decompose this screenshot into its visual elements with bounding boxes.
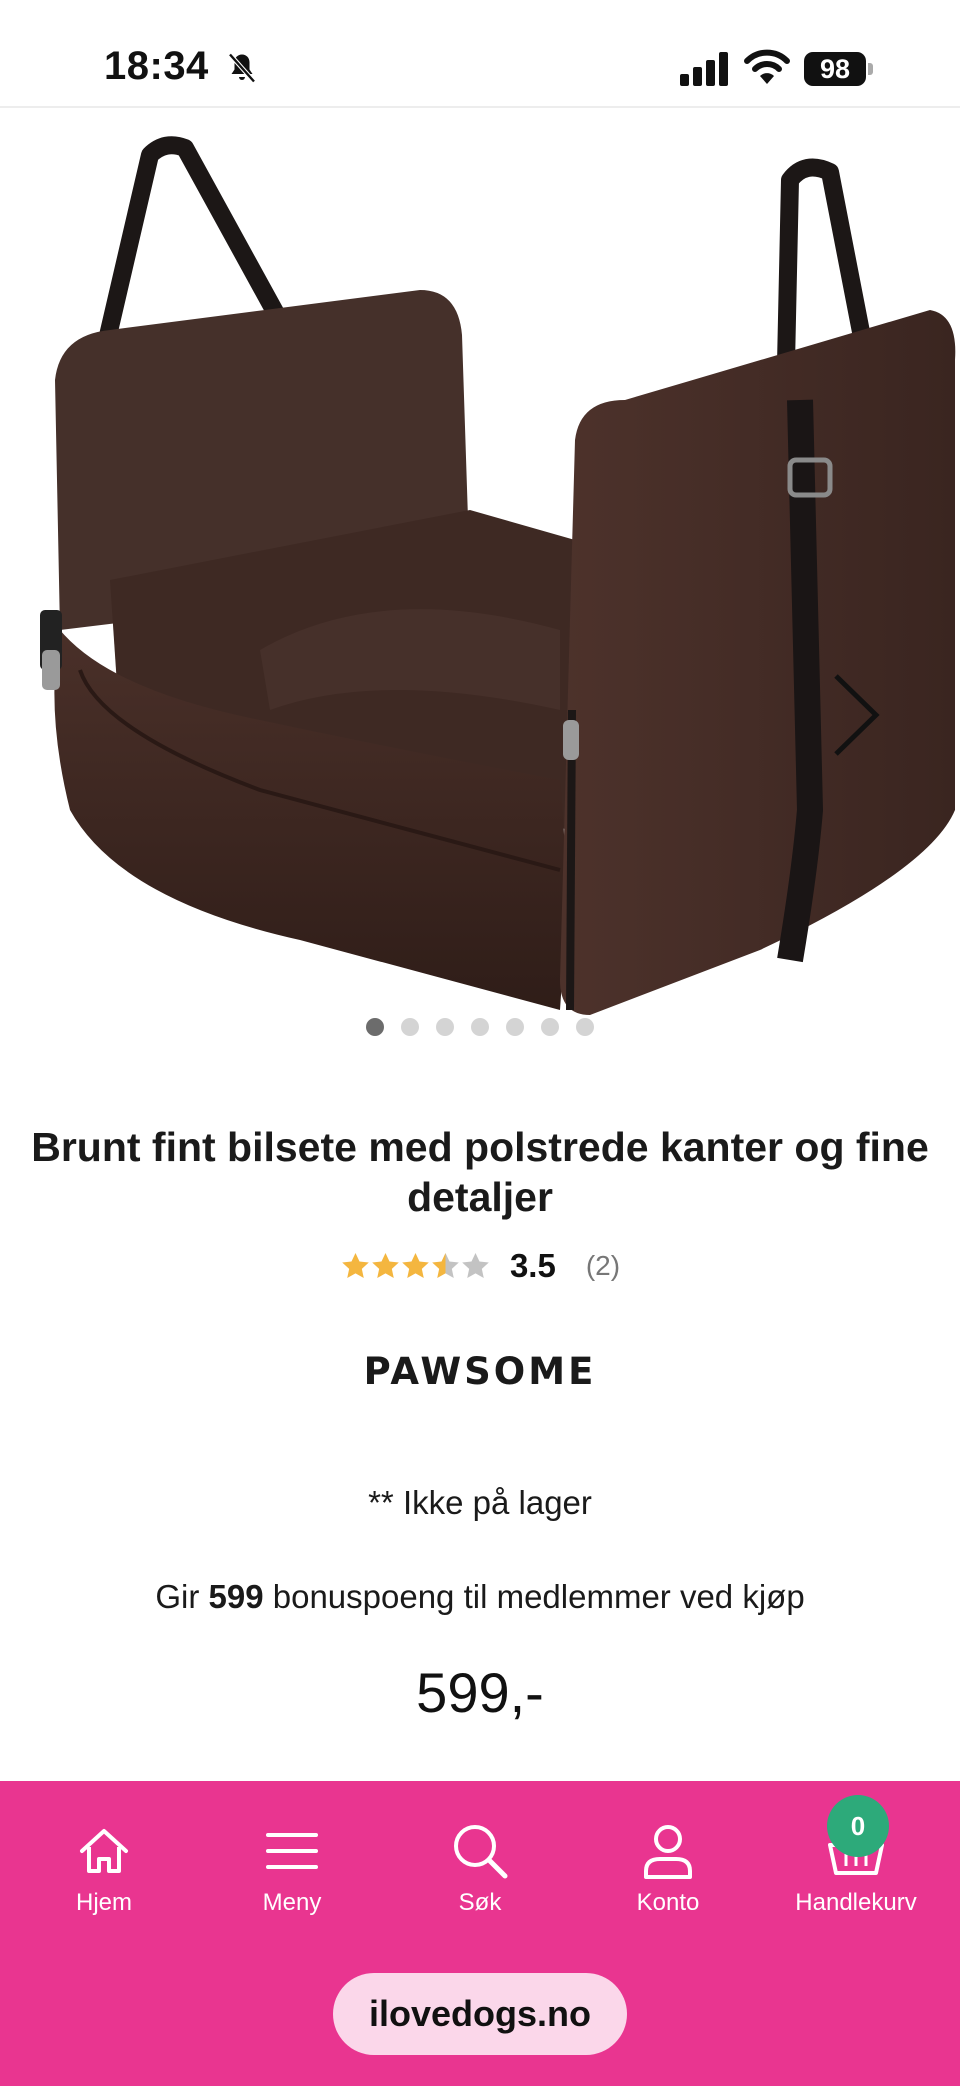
product-price: 599,- — [416, 1661, 544, 1724]
battery-level: 98 — [804, 52, 866, 86]
product-rating[interactable]: 3.5 (2) — [0, 1244, 960, 1288]
bonus-info: Gir 599 bonuspoeng til medlemmer ved kjø… — [0, 1578, 960, 1616]
nav-home-label: Hjem — [75, 1889, 132, 1916]
slide-dot[interactable] — [401, 1018, 419, 1036]
user-icon — [644, 1825, 692, 1879]
nav-account-label: Konto — [636, 1889, 700, 1916]
slide-dot[interactable] — [506, 1018, 524, 1036]
bell-slash-icon — [228, 53, 256, 83]
bonus-points: 599 — [208, 1578, 264, 1615]
product-image[interactable] — [0, 110, 960, 1030]
menu-icon — [266, 1833, 318, 1869]
site-url-pill[interactable]: ilovedogs.no — [333, 1973, 627, 2055]
slide-dot[interactable] — [436, 1018, 454, 1036]
star-icon — [462, 1252, 489, 1278]
product-gallery[interactable] — [0, 110, 960, 1030]
nav-home[interactable]: Hjem — [19, 1821, 189, 1931]
nav-search-label: Søk — [458, 1889, 502, 1916]
status-bar: 18:34 98 — [0, 0, 960, 108]
search-icon — [454, 1825, 508, 1879]
battery-icon: 98 — [804, 52, 874, 86]
rating-value: 3.5 — [509, 1247, 556, 1284]
brand-name: PAWSOME — [363, 1350, 597, 1393]
product-title: Brunt fint bilsete med polstrede kanter … — [31, 1124, 929, 1220]
star-icon — [402, 1252, 429, 1278]
brand-logo[interactable]: PAWSOME — [0, 1350, 960, 1400]
wifi-icon — [744, 49, 790, 84]
bottom-nav: Hjem Meny Søk Konto Handlekurv 0 ilovedo… — [0, 1781, 960, 2086]
battery-tip — [868, 63, 873, 75]
nav-cart-label: Handlekurv — [795, 1889, 917, 1916]
star-icon — [432, 1252, 459, 1278]
chevron-right-icon[interactable] — [828, 670, 884, 760]
rating-count[interactable]: (2) — [586, 1250, 620, 1282]
signal-icon — [680, 52, 728, 86]
star-icon — [372, 1252, 399, 1278]
rating-stars — [340, 1251, 490, 1282]
home-icon — [80, 1829, 128, 1873]
slide-dot[interactable] — [541, 1018, 559, 1036]
cart-count-badge: 0 — [827, 1795, 889, 1857]
nav-account[interactable]: Konto — [583, 1821, 753, 1931]
nav-menu-label: Meny — [262, 1889, 322, 1916]
stock-status: ** Ikke på lager — [368, 1484, 592, 1521]
slide-dot[interactable] — [471, 1018, 489, 1036]
nav-menu[interactable]: Meny — [207, 1821, 377, 1931]
bonus-prefix: Gir — [155, 1578, 200, 1615]
star-icon — [342, 1252, 369, 1278]
slide-dot[interactable] — [576, 1018, 594, 1036]
bonus-suffix: bonuspoeng til medlemmer ved kjøp — [272, 1578, 805, 1615]
nav-search[interactable]: Søk — [395, 1821, 565, 1931]
status-time: 18:34 — [104, 44, 209, 88]
slide-dot[interactable] — [366, 1018, 384, 1036]
slide-indicator[interactable] — [0, 1018, 960, 1038]
